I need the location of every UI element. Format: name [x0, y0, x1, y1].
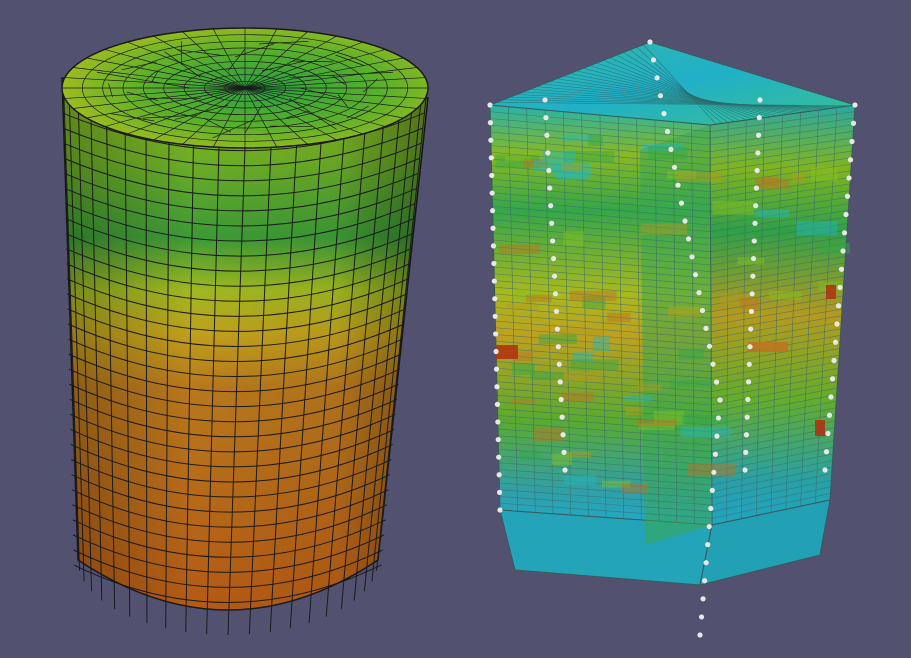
box-mesh-cutaway[interactable]: [487, 39, 858, 638]
scene-canvas[interactable]: [0, 0, 911, 658]
cylinder-mesh[interactable]: [61, 27, 429, 636]
3d-render-viewport[interactable]: [0, 0, 911, 658]
